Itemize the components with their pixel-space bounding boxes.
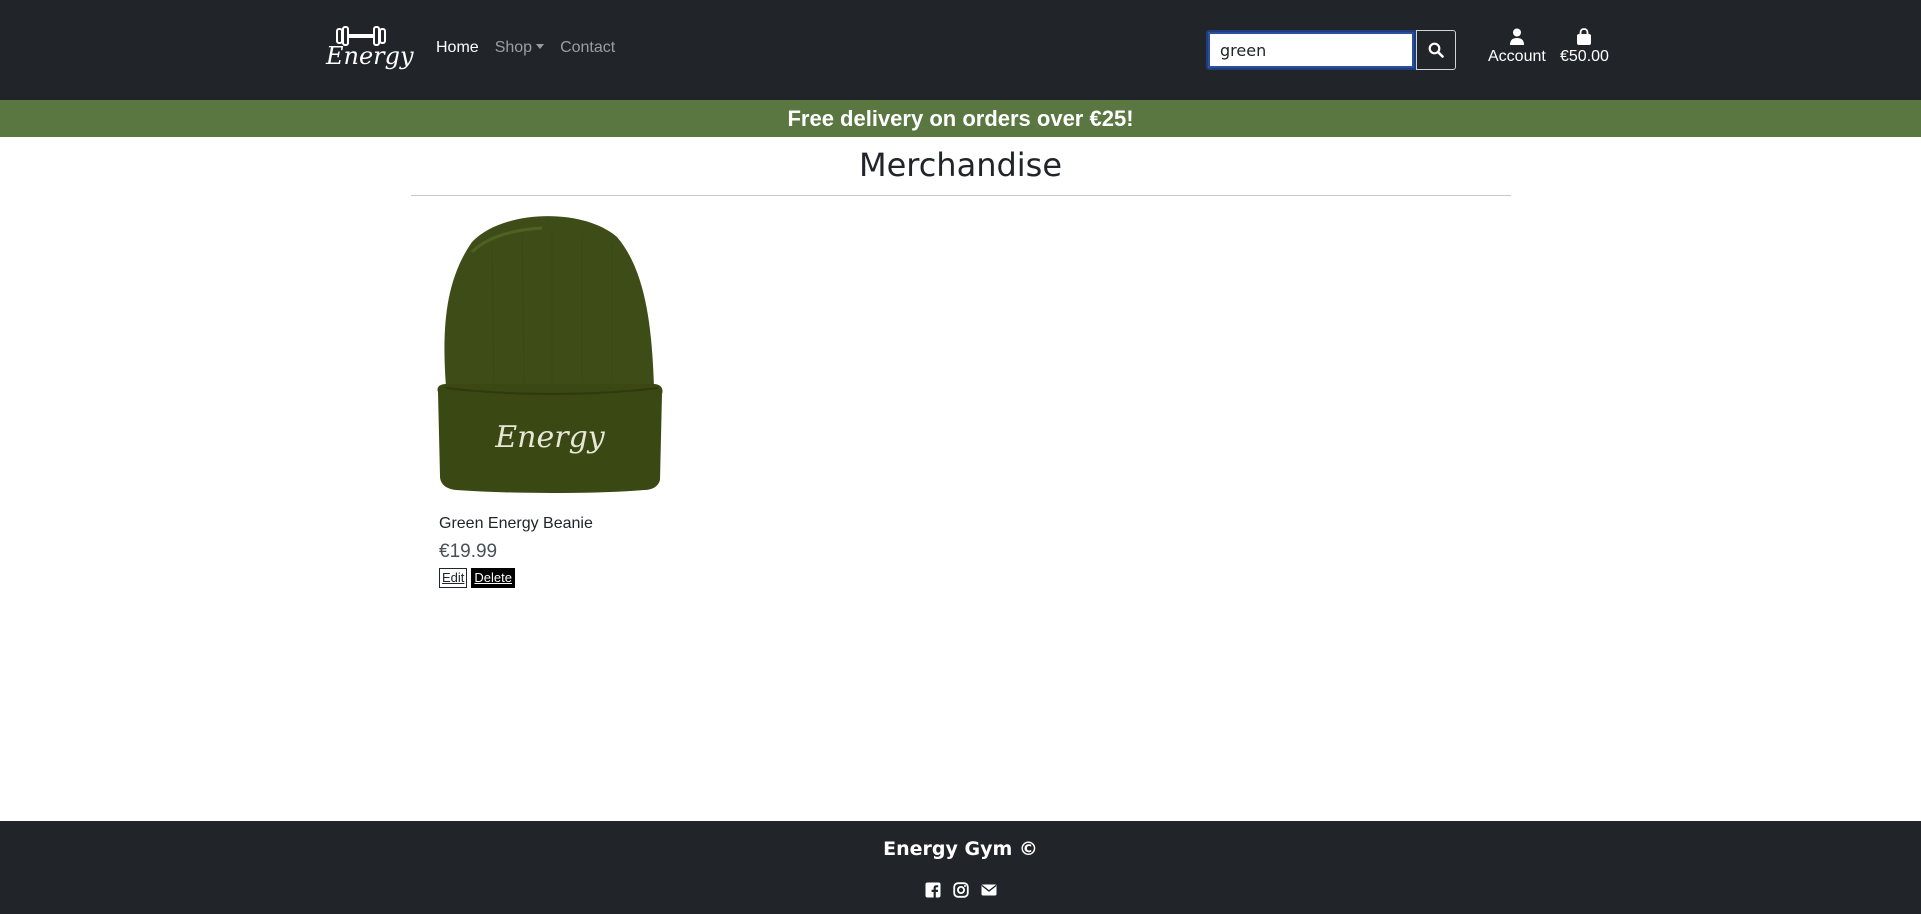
brand-logo-text: Energy	[326, 42, 414, 70]
product-card: Energy Green Energy Beanie €19.99 Edit D…	[432, 212, 668, 592]
product-image[interactable]: Energy	[432, 212, 668, 497]
product-actions: Edit Delete	[439, 568, 515, 588]
delete-button[interactable]: Delete	[471, 568, 515, 588]
search-button[interactable]	[1416, 30, 1456, 70]
page-title: Merchandise	[858, 146, 1063, 184]
nav-shop-dropdown[interactable]: Shop	[494, 39, 545, 57]
product-name[interactable]: Green Energy Beanie	[439, 515, 593, 533]
nav-home-link[interactable]: Home	[436, 39, 479, 57]
delivery-banner: Free delivery on orders over €25!	[0, 100, 1921, 137]
search-icon	[1428, 42, 1444, 58]
main-nav: Home Shop Contact	[436, 39, 615, 57]
shopping-bag-icon	[1577, 28, 1592, 45]
footer: Energy Gym ©	[0, 821, 1921, 914]
page: Energy Home Shop Contact Account	[0, 0, 1921, 914]
nav-shop-label: Shop	[494, 39, 533, 56]
footer-title: Energy Gym ©	[883, 838, 1038, 860]
envelope-icon[interactable]	[981, 882, 997, 898]
navbar: Energy Home Shop Contact Account	[0, 0, 1921, 101]
user-icon	[1509, 28, 1524, 45]
search-input[interactable]	[1206, 30, 1416, 70]
nav-contact-link[interactable]: Contact	[560, 39, 615, 57]
footer-social-links	[0, 882, 1921, 898]
caret-down-icon	[536, 44, 545, 49]
product-image-text: Energy	[494, 420, 606, 455]
edit-button[interactable]: Edit	[439, 568, 468, 588]
account-label: Account	[1488, 48, 1546, 65]
cart-link[interactable]: €50.00	[1560, 28, 1609, 66]
facebook-icon[interactable]	[925, 882, 941, 898]
divider	[411, 195, 1511, 196]
product-price: €19.99	[439, 541, 498, 562]
search-form	[1206, 30, 1456, 70]
brand-logo[interactable]: Energy	[326, 24, 414, 78]
cart-total: €50.00	[1560, 48, 1609, 65]
account-link[interactable]: Account	[1488, 28, 1546, 66]
instagram-icon[interactable]	[952, 882, 969, 898]
